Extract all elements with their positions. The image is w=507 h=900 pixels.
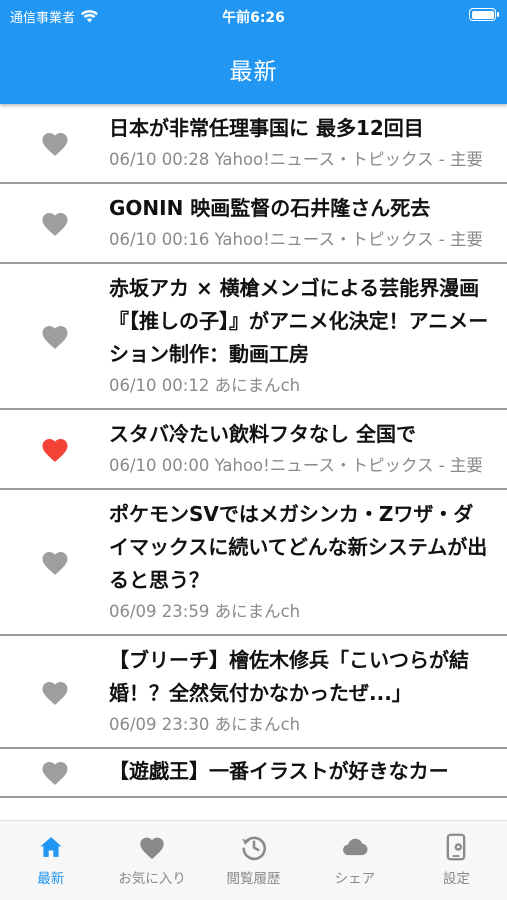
article-title: 【ブリーチ】檜佐木修兵「こいつらが結婚！？全然気付かなかったぜ...」 — [109, 648, 469, 705]
tab-label: 設定 — [442, 871, 470, 887]
favorite-button[interactable] — [0, 678, 109, 706]
favorite-button[interactable] — [0, 322, 109, 350]
favorite-button[interactable] — [0, 129, 109, 157]
article-row[interactable]: 【ブリーチ】檜佐木修兵「こいつらが結婚！？全然気付かなかったぜ...」 06/0… — [0, 636, 507, 749]
article-title: 赤坂アカ × 横槍メンゴによる芸能界漫画『【推しの子】』がアニメ化決定！アニメー… — [109, 276, 489, 366]
heart-icon — [42, 761, 67, 785]
article-text: GONIN 映画監督の石井隆さん死去 06/10 00:16 Yahoo!ニュー… — [109, 192, 489, 254]
article-meta: 06/10 00:16 Yahoo!ニュース・トピックス - 主要 — [109, 230, 483, 249]
article-row[interactable]: 【遊戯王】一番イラストが好きなカー — [0, 749, 507, 798]
article-text: 日本が非常任理事国に 最多12回目 06/10 00:28 Yahoo!ニュース… — [109, 112, 489, 174]
article-text: 【遊戯王】一番イラストが好きなカー — [109, 755, 489, 788]
article-title: 【遊戯王】一番イラストが好きなカー — [109, 759, 449, 783]
article-meta: 06/09 23:30 あにまんch — [109, 715, 301, 734]
app-header: 通信事業者 午前6:26 最新 — [0, 0, 507, 104]
article-row[interactable]: GONIN 映画監督の石井隆さん死去 06/10 00:16 Yahoo!ニュー… — [0, 184, 507, 264]
favorite-button[interactable] — [0, 548, 109, 576]
article-title: 日本が非常任理事国に 最多12回目 — [109, 116, 424, 140]
tab-favorites[interactable]: お気に入り — [101, 821, 202, 900]
article-meta: 06/10 00:12 あにまんch — [109, 376, 301, 395]
article-meta: 06/10 00:00 Yahoo!ニュース・トピックス - 主要 — [109, 456, 483, 475]
tab-label: お気に入り — [118, 871, 186, 887]
tab-share[interactable]: シェア — [304, 821, 405, 900]
article-text: 【ブリーチ】檜佐木修兵「こいつらが結婚！？全然気付かなかったぜ...」 06/0… — [109, 644, 489, 739]
bottom-tab-bar: 最新 お気に入り 閲覧履歴 シェア 設定 — [0, 820, 507, 900]
heart-icon — [140, 837, 164, 860]
article-title: スタバ冷たい飲料フタなし 全国で — [109, 422, 416, 446]
article-title: GONIN 映画監督の石井隆さん死去 — [109, 196, 431, 220]
tab-latest[interactable]: 最新 — [0, 821, 101, 900]
tab-label: 閲覧履歴 — [226, 871, 281, 887]
article-row[interactable]: 赤坂アカ × 横槍メンゴによる芸能界漫画『【推しの子】』がアニメ化決定！アニメー… — [0, 264, 507, 410]
article-meta: 06/10 00:28 Yahoo!ニュース・トピックス - 主要 — [109, 150, 483, 169]
heart-icon — [42, 552, 67, 575]
app-screen: 通信事業者 午前6:26 最新 日本が非常任理事国に 最多12回目 06/10 … — [0, 0, 507, 900]
tab-label: シェア — [334, 871, 376, 887]
history-icon — [241, 836, 266, 861]
heart-icon — [42, 133, 67, 156]
heart-icon — [42, 326, 67, 349]
settings-icon — [446, 833, 466, 861]
cloud-icon — [342, 838, 368, 856]
article-text: 赤坂アカ × 横槍メンゴによる芸能界漫画『【推しの子】』がアニメ化決定！アニメー… — [109, 272, 489, 400]
tab-label: 最新 — [37, 871, 65, 887]
article-row[interactable]: ポケモンSVではメガシンカ・Zワザ・ダイマックスに続いてどんな新システムが出ると… — [0, 490, 507, 636]
page-title: 最新 — [229, 59, 278, 85]
tab-settings[interactable]: 設定 — [406, 821, 507, 900]
article-title: ポケモンSVではメガシンカ・Zワザ・ダイマックスに続いてどんな新システムが出ると… — [109, 502, 488, 592]
tab-history[interactable]: 閲覧履歴 — [203, 821, 304, 900]
article-row[interactable]: 日本が非常任理事国に 最多12回目 06/10 00:28 Yahoo!ニュース… — [0, 104, 507, 184]
heart-icon — [42, 681, 67, 705]
article-text: スタバ冷たい飲料フタなし 全国で 06/10 00:00 Yahoo!ニュース・… — [109, 418, 489, 480]
favorite-button[interactable] — [0, 209, 109, 237]
article-text: ポケモンSVではメガシンカ・Zワザ・ダイマックスに続いてどんな新システムが出ると… — [109, 498, 489, 626]
heart-icon — [42, 439, 67, 462]
article-list[interactable]: 日本が非常任理事国に 最多12回目 06/10 00:28 Yahoo!ニュース… — [0, 104, 507, 820]
favorite-button[interactable] — [0, 435, 109, 463]
status-bar: 通信事業者 午前6:26 — [0, 0, 507, 34]
battery-icon — [469, 8, 499, 21]
home-icon — [40, 837, 62, 857]
article-row[interactable]: スタバ冷たい飲料フタなし 全国で 06/10 00:00 Yahoo!ニュース・… — [0, 410, 507, 490]
title-bar: 最新 — [0, 34, 507, 104]
heart-icon — [42, 213, 67, 236]
favorite-button[interactable] — [0, 758, 109, 786]
article-meta: 06/09 23:59 あにまんch — [109, 602, 301, 621]
status-time: 午前6:26 — [222, 10, 285, 26]
